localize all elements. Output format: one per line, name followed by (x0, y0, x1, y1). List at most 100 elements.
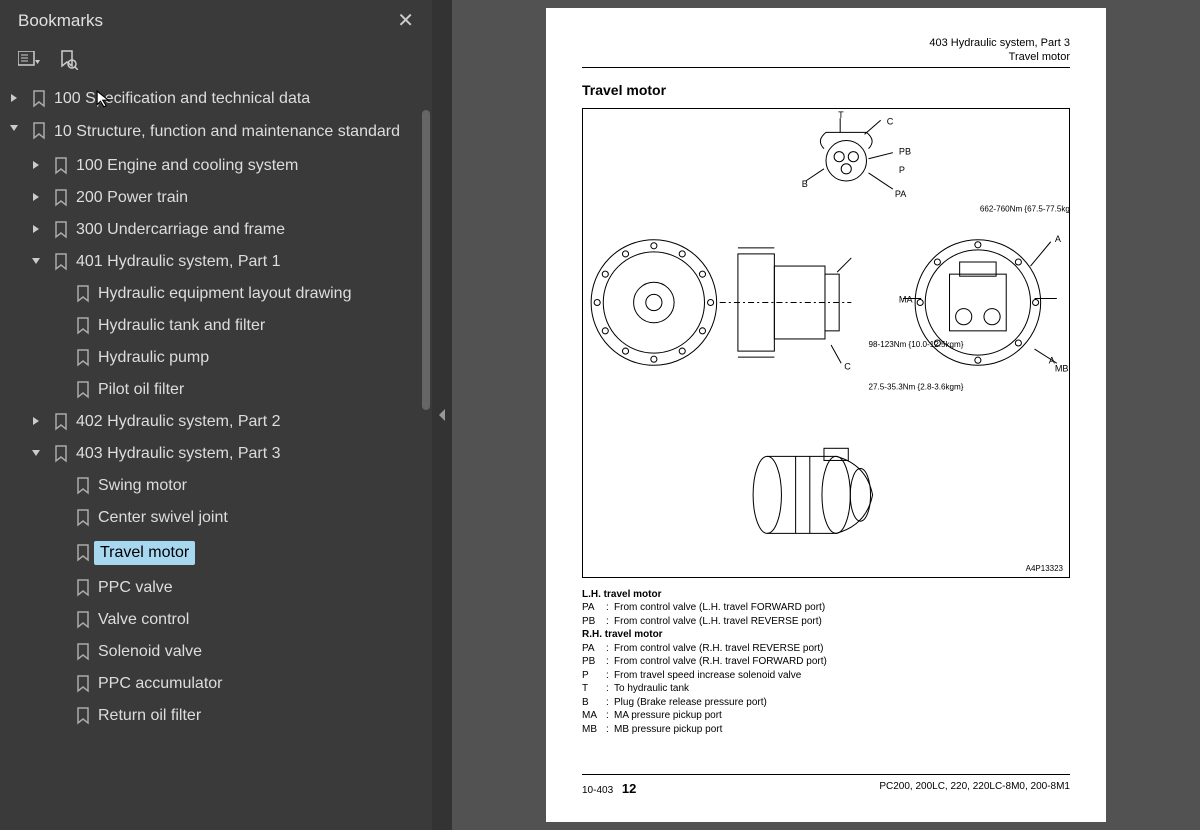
bookmark-item[interactable]: 402 Hydraulic system, Part 2 (0, 406, 428, 438)
bookmark-label: 10 Structure, function and maintenance s… (50, 122, 408, 143)
bookmark-label: Valve control (94, 611, 197, 629)
travel-motor-diagram: T C PB P B PA (582, 108, 1070, 578)
bookmark-label: 100 Specification and technical data (50, 90, 318, 108)
chevron-right-icon[interactable] (22, 415, 50, 429)
legend-text: From travel speed increase solenoid valv… (614, 669, 801, 683)
bookmark-item[interactable]: 100 Engine and cooling system (0, 150, 428, 182)
chevron-right-icon[interactable] (22, 223, 50, 237)
bookmark-label: 300 Undercarriage and frame (72, 221, 293, 239)
chevron-right-icon[interactable] (0, 92, 28, 106)
legend-code: PA (582, 642, 606, 656)
bookmark-label: Center swivel joint (94, 509, 236, 527)
options-icon[interactable] (18, 49, 40, 71)
legend-row: PB:From control valve (R.H. travel FORWA… (582, 655, 1070, 669)
bookmark-tree[interactable]: 100 Specification and technical data 10 S… (0, 83, 432, 830)
bookmark-item[interactable]: 200 Power train (0, 182, 428, 214)
page-footer: 10-403 12 PC200, 200LC, 220, 220LC-8M0, … (582, 774, 1070, 796)
find-bookmark-icon[interactable] (58, 49, 80, 71)
legend-text: From control valve (L.H. travel FORWARD … (614, 601, 825, 615)
legend-row: PA:From control valve (R.H. travel REVER… (582, 642, 1070, 656)
svg-text:A: A (1055, 233, 1062, 243)
legend-row: P:From travel speed increase solenoid va… (582, 669, 1070, 683)
bookmark-item[interactable]: Travel motor (0, 534, 428, 572)
bookmark-icon (72, 285, 94, 303)
legend-text: MB pressure pickup port (614, 723, 722, 737)
bookmark-item[interactable]: 401 Hydraulic system, Part 1 (0, 246, 428, 278)
bookmark-icon (28, 90, 50, 108)
legend-row: T:To hydraulic tank (582, 682, 1070, 696)
legend-row: PB:From control valve (L.H. travel REVER… (582, 615, 1070, 629)
header-topic: Travel motor (582, 50, 1070, 64)
bookmark-label: Travel motor (94, 541, 195, 565)
bookmark-icon (72, 707, 94, 725)
bookmark-icon (50, 157, 72, 175)
scrollbar[interactable] (422, 110, 430, 410)
close-icon[interactable]: ✕ (397, 8, 414, 33)
bookmarks-toolbar (0, 43, 432, 83)
svg-text:A: A (1049, 355, 1056, 365)
footer-models: PC200, 200LC, 220, 220LC-8M0, 200-8M1 (879, 781, 1070, 796)
bookmark-item[interactable]: PPC valve (0, 572, 428, 604)
page-title: Travel motor (582, 82, 1070, 98)
legend-code: P (582, 669, 606, 683)
bookmark-label: Return oil filter (94, 707, 209, 725)
bookmark-icon (72, 643, 94, 661)
legend-row: B:Plug (Brake release pressure port) (582, 696, 1070, 710)
bookmark-icon (72, 349, 94, 367)
bookmark-item[interactable]: 10 Structure, function and maintenance s… (0, 115, 428, 150)
legend-code: T (582, 682, 606, 696)
bookmark-item[interactable]: 403 Hydraulic system, Part 3 (0, 438, 428, 470)
chevron-right-icon[interactable] (22, 191, 50, 205)
bookmark-icon (72, 544, 94, 562)
bookmark-label: 403 Hydraulic system, Part 3 (72, 445, 289, 463)
bookmark-icon (72, 611, 94, 629)
bookmark-icon (72, 317, 94, 335)
bookmark-item[interactable]: Valve control (0, 604, 428, 636)
bookmark-label: 100 Engine and cooling system (72, 157, 306, 175)
legend-text: From control valve (R.H. travel REVERSE … (614, 642, 824, 656)
legend-code: MA (582, 709, 606, 723)
svg-text:PB: PB (899, 146, 911, 156)
bookmark-item[interactable]: PPC accumulator (0, 668, 428, 700)
footer-page-number: 12 (616, 781, 636, 796)
bookmark-icon (72, 579, 94, 597)
bookmark-icon (28, 122, 50, 140)
bookmarks-panel: Bookmarks ✕ 100 Specification and techni… (0, 0, 432, 830)
legend-text: MA pressure pickup port (614, 709, 722, 723)
bookmark-item[interactable]: Center swivel joint (0, 502, 428, 534)
bookmark-item[interactable]: Pilot oil filter (0, 374, 428, 406)
svg-text:98-123Nm {10.0-12.5kgm}: 98-123Nm {10.0-12.5kgm} (869, 340, 964, 349)
bookmark-item[interactable]: Hydraulic pump (0, 342, 428, 374)
legend-code: PB (582, 655, 606, 669)
legend-code: PB (582, 615, 606, 629)
bookmark-label: 200 Power train (72, 189, 196, 207)
bookmark-item[interactable]: Swing motor (0, 470, 428, 502)
legend-header-lh: L.H. travel motor (582, 588, 1070, 602)
bookmark-item[interactable]: 100 Specification and technical data (0, 83, 428, 115)
chevron-right-icon[interactable] (22, 159, 50, 173)
bookmark-icon (72, 509, 94, 527)
bookmark-label: Hydraulic equipment layout drawing (94, 285, 359, 303)
bookmark-icon (72, 381, 94, 399)
svg-text:T: T (838, 110, 844, 120)
panel-header: Bookmarks ✕ (0, 0, 432, 43)
collapse-handle[interactable] (432, 0, 452, 830)
document-viewport[interactable]: 403 Hydraulic system, Part 3 Travel moto… (452, 0, 1200, 830)
svg-text:MA: MA (899, 294, 914, 304)
bookmark-item[interactable]: Return oil filter (0, 700, 428, 732)
chevron-down-icon[interactable] (22, 255, 50, 269)
pdf-page: 403 Hydraulic system, Part 3 Travel moto… (546, 8, 1106, 822)
diagram-id: A4P13323 (1026, 564, 1063, 573)
svg-text:B: B (802, 179, 808, 189)
chevron-down-icon[interactable] (22, 447, 50, 461)
svg-text:662-760Nm {67.5-77.5kgm}: 662-760Nm {67.5-77.5kgm} (980, 204, 1069, 213)
bookmark-icon (72, 675, 94, 693)
chevron-down-icon[interactable] (0, 122, 28, 136)
bookmark-item[interactable]: Hydraulic equipment layout drawing (0, 278, 428, 310)
bookmark-item[interactable]: Solenoid valve (0, 636, 428, 668)
bookmark-item[interactable]: 300 Undercarriage and frame (0, 214, 428, 246)
legend-code: B (582, 696, 606, 710)
bookmark-item[interactable]: Hydraulic tank and filter (0, 310, 428, 342)
legend-code: MB (582, 723, 606, 737)
legend-row: MB:MB pressure pickup port (582, 723, 1070, 737)
